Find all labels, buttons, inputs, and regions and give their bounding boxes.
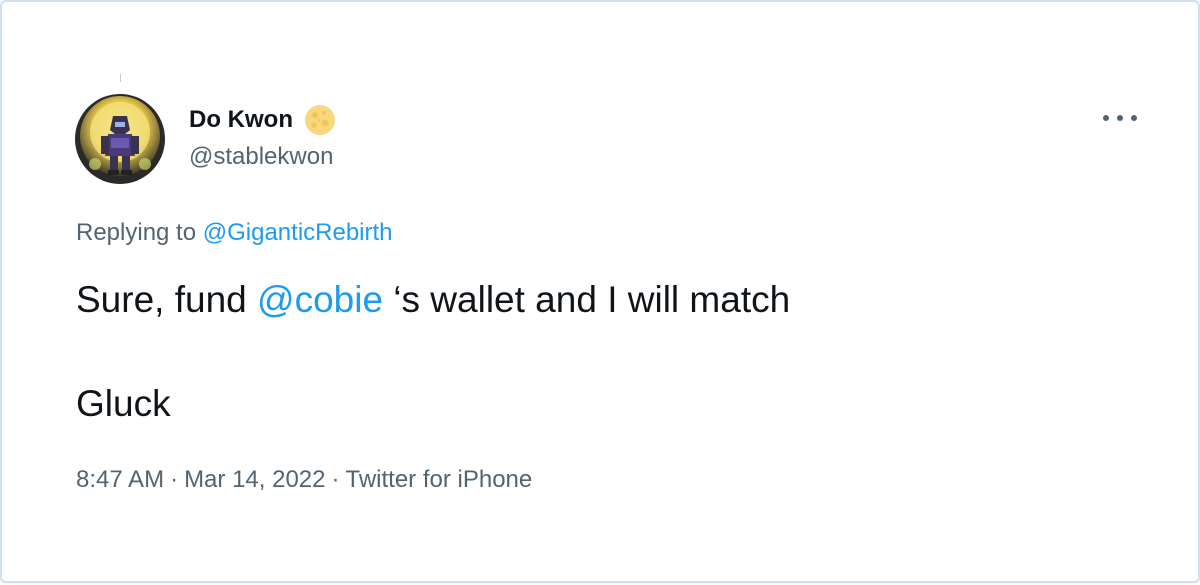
replying-label: Replying to (76, 219, 197, 246)
more-options-icon (1117, 115, 1123, 121)
tweet-time[interactable]: 8:47 AM (76, 466, 164, 493)
tweet-source[interactable]: Twitter for iPhone (345, 466, 532, 493)
more-options-button[interactable] (1103, 106, 1137, 130)
thread-line (120, 74, 121, 82)
tweet-text-before: Sure, fund (76, 279, 258, 320)
author-handle[interactable]: @stablekwon (189, 143, 333, 171)
tweet-card: Do Kwon @stablekwon Replying to @Giganti… (0, 0, 1200, 583)
mention-link[interactable]: @cobie (257, 279, 383, 320)
author-name[interactable]: Do Kwon (189, 106, 293, 134)
avatar-icon (75, 94, 165, 184)
replying-to: Replying to @GiganticRebirth (76, 218, 393, 248)
tweet-text-after: ‘s wallet and I will match (383, 279, 791, 320)
tweet-text-line-2: Gluck (76, 383, 171, 424)
reply-to-handle-link[interactable]: @GiganticRebirth (203, 219, 393, 246)
avatar[interactable] (75, 94, 165, 184)
tweet-meta: 8:47 AM · Mar 14, 2022 · Twitter for iPhone (76, 465, 532, 495)
tweet-text-line: Sure, fund @cobie ‘s wallet and I will m… (76, 278, 790, 322)
author-name-row[interactable]: Do Kwon (189, 104, 336, 136)
meta-separator: · (170, 466, 179, 493)
tweet-date[interactable]: Mar 14, 2022 (184, 466, 325, 493)
moon-emoji-icon (304, 105, 335, 135)
more-options-icon (1103, 115, 1109, 121)
meta-separator: · (331, 466, 340, 493)
more-options-icon (1131, 115, 1137, 121)
